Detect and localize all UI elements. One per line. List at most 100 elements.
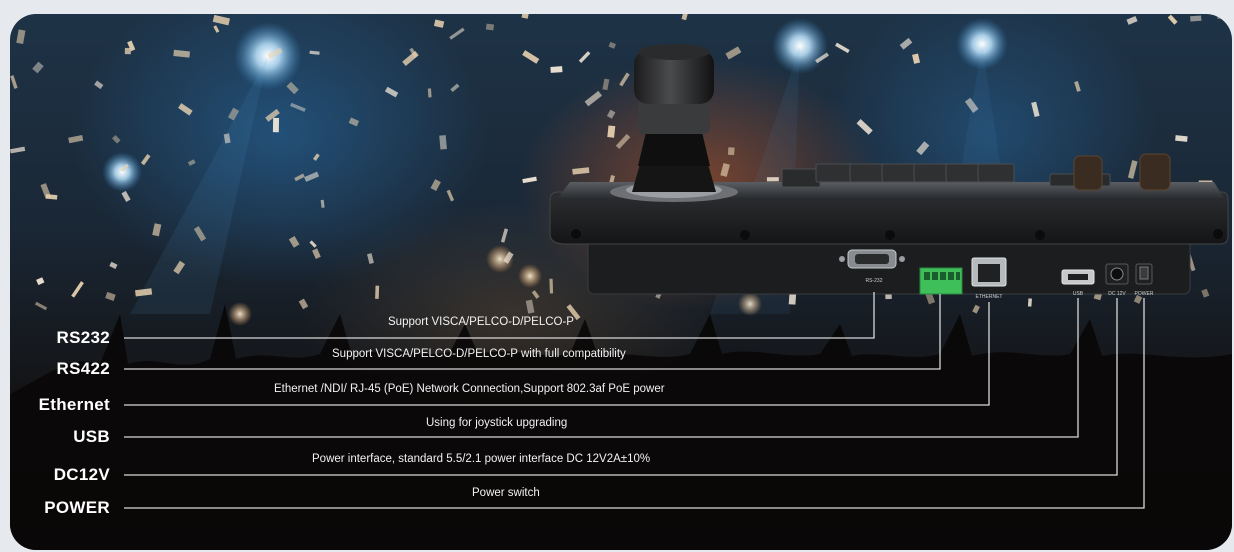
confetti-piece — [522, 50, 540, 64]
confetti-piece — [1167, 14, 1178, 25]
confetti-piece — [105, 291, 116, 301]
confetti-piece — [288, 236, 300, 248]
confetti-piece — [36, 277, 45, 286]
product-feature-card: RS-232 ETHERNET USB DC 12V POWER RS232 R… — [10, 14, 1232, 550]
confetti-piece — [522, 176, 537, 184]
confetti-piece — [290, 102, 306, 112]
confetti-piece — [1027, 298, 1032, 307]
confetti-piece — [531, 290, 540, 299]
confetti-piece — [94, 80, 104, 90]
stage-light — [518, 264, 542, 288]
crowd-silhouette — [10, 304, 1232, 550]
confetti-piece — [304, 171, 320, 182]
port-tag-dc: DC 12V — [1108, 291, 1126, 297]
ptz-joystick-controller: RS-232 ETHERNET USB DC 12V POWER — [549, 44, 1229, 300]
confetti-piece — [367, 253, 374, 265]
port-tag-usb: USB — [1073, 291, 1084, 297]
confetti-piece — [450, 83, 460, 93]
confetti-piece — [899, 37, 913, 50]
confetti-piece — [121, 190, 131, 202]
confetti-piece — [313, 153, 320, 161]
spotlight-glow — [102, 152, 142, 192]
port-description-rs232: Support VISCA/PELCO-D/PELCO-P — [388, 316, 574, 328]
confetti-piece — [309, 50, 320, 55]
port-label-ethernet: Ethernet — [38, 395, 110, 414]
confetti-piece — [124, 47, 131, 55]
confetti-piece — [549, 278, 554, 294]
confetti-piece — [439, 135, 447, 150]
confetti-piece — [720, 163, 730, 177]
screw — [1213, 229, 1223, 239]
port-label-power: POWER — [44, 498, 110, 517]
confetti-piece — [309, 240, 317, 248]
port-description-power: Power switch — [472, 487, 540, 499]
confetti-piece — [550, 66, 563, 73]
confetti-piece — [152, 223, 162, 237]
confetti-piece — [312, 248, 321, 259]
confetti-piece — [427, 88, 432, 98]
confetti-piece — [320, 199, 325, 208]
confetti-piece — [725, 46, 742, 60]
confetti-piece — [916, 141, 930, 156]
confetti-piece — [578, 51, 591, 63]
confetti-piece — [294, 173, 305, 182]
light-beam — [130, 56, 268, 314]
confetti-piece — [912, 53, 921, 64]
screw — [740, 230, 750, 240]
confetti-piece — [608, 41, 616, 49]
confetti-piece — [10, 146, 26, 154]
confetti-piece — [615, 133, 631, 149]
confetti-piece — [433, 19, 445, 28]
confetti-piece — [109, 261, 118, 270]
confetti-piece — [140, 154, 151, 166]
concert-background: RS-232 ETHERNET USB DC 12V POWER — [10, 14, 1232, 550]
confetti-piece — [298, 298, 309, 310]
confetti-piece — [607, 125, 616, 138]
confetti-piece — [681, 14, 691, 21]
joystick — [610, 44, 738, 202]
rs422-terminal-block — [919, 267, 963, 295]
port-tag-rs232: RS-232 — [866, 278, 883, 284]
port-description-ethernet: Ethernet /NDI/ RJ-45 (PoE) Network Conne… — [274, 383, 665, 395]
port-label-rs232: RS232 — [56, 328, 110, 347]
confetti-piece — [835, 42, 850, 54]
confetti-piece — [111, 135, 121, 144]
confetti-piece — [972, 304, 980, 314]
confetti-piece — [521, 14, 531, 19]
confetti-piece — [402, 50, 419, 67]
confetti-piece — [446, 189, 455, 202]
confetti-piece — [34, 301, 48, 311]
confetti-piece — [173, 49, 191, 58]
confetti-piece — [485, 23, 495, 31]
power-switch: POWER — [1135, 263, 1154, 297]
port-tag-ethernet: ETHERNET — [976, 294, 1003, 300]
port-description-usb: Using for joystick upgrading — [426, 417, 568, 429]
port-label-rs422: RS422 — [56, 359, 110, 378]
confetti-piece — [1190, 15, 1202, 22]
confetti-piece — [856, 119, 873, 135]
confetti-piece — [71, 281, 84, 298]
confetti-piece — [32, 61, 44, 74]
port-description-dc12v: Power interface, standard 5.5/2.1 power … — [312, 453, 651, 465]
confetti-piece — [609, 175, 615, 184]
screw — [1035, 230, 1045, 240]
port-label-usb: USB — [73, 427, 110, 446]
confetti-piece — [619, 72, 630, 87]
confetti-piece — [500, 228, 509, 243]
confetti-piece — [40, 183, 52, 199]
confetti-piece — [375, 285, 380, 299]
confetti-piece — [1074, 80, 1081, 92]
confetti-piece — [1127, 160, 1138, 179]
confetti-piece — [1217, 14, 1225, 19]
confetti-piece — [606, 109, 616, 119]
confetti-piece — [16, 29, 26, 44]
confetti-piece — [572, 167, 590, 175]
confetti-piece — [178, 103, 193, 116]
confetti-piece — [384, 86, 399, 98]
confetti-piece — [187, 159, 196, 166]
confetti-piece — [584, 90, 603, 107]
dc12v-jack: DC 12V — [1105, 263, 1129, 297]
confetti-piece — [602, 78, 610, 91]
confetti-piece — [449, 27, 465, 40]
confetti-piece — [68, 134, 84, 144]
